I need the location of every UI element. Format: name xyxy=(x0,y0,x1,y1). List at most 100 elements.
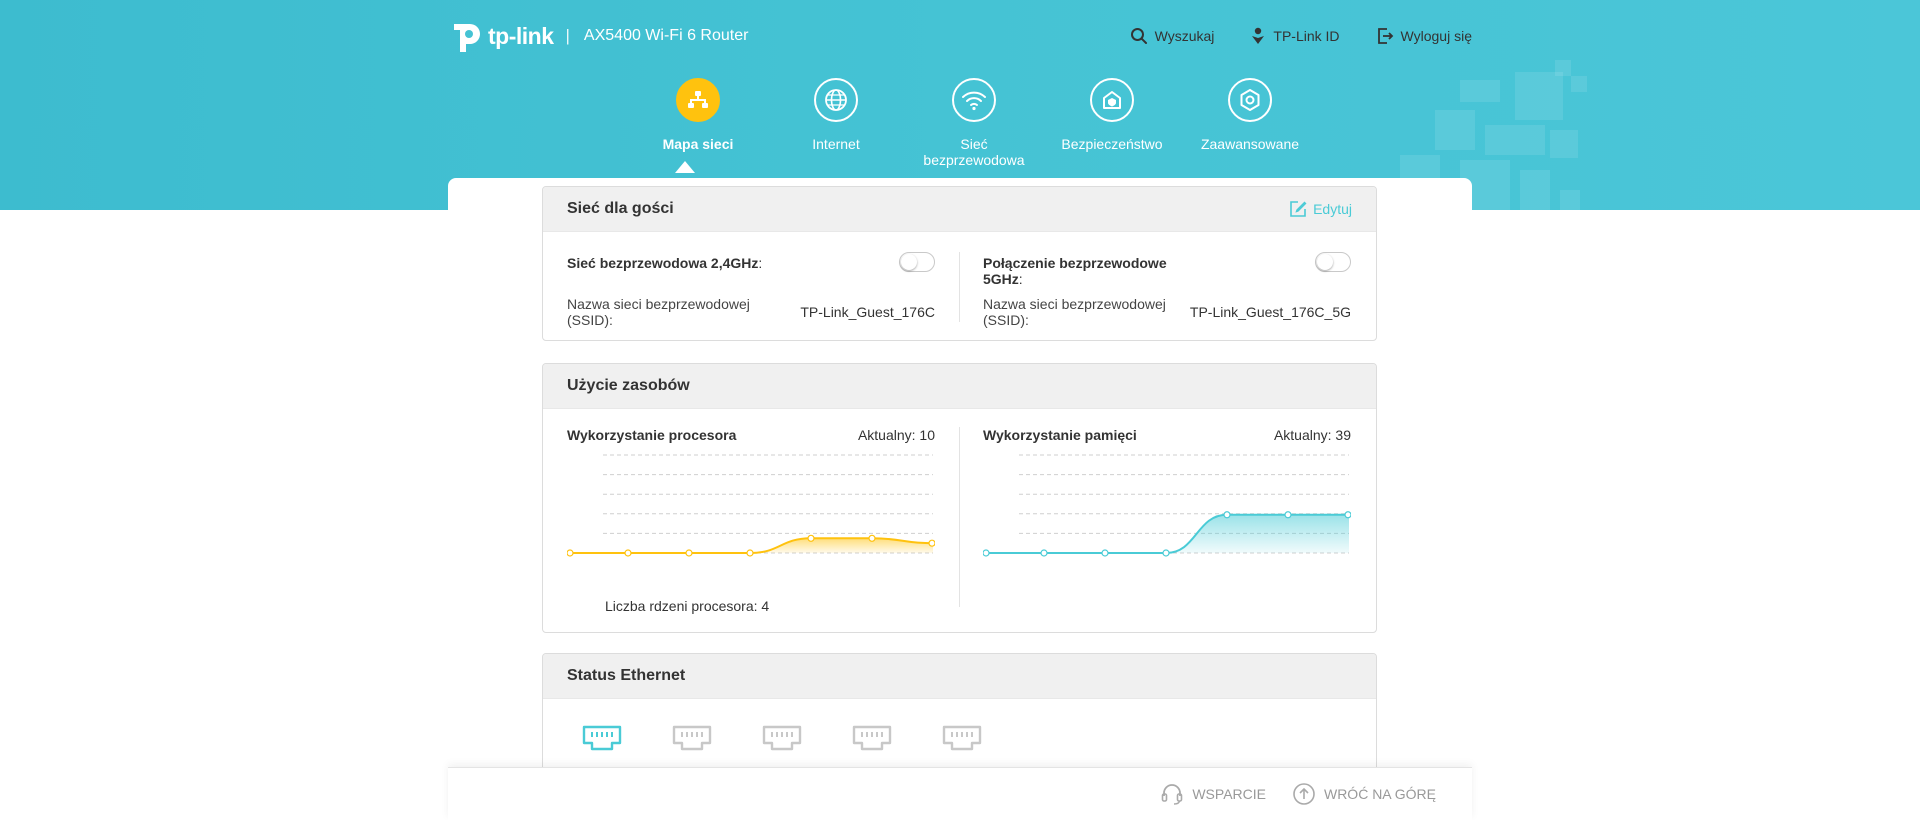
ethernet-port-3[interactable] xyxy=(759,719,805,759)
tplink-id-button[interactable]: TP-Link ID xyxy=(1250,27,1340,45)
logout-button[interactable]: Wyloguj się xyxy=(1376,27,1472,45)
cpu-usage-label: Wykorzystanie procesora xyxy=(567,427,737,443)
ethernet-status-title: Status Ethernet xyxy=(567,667,686,684)
chart-point xyxy=(1223,511,1231,519)
chart-point xyxy=(868,534,876,542)
guest-5ghz-column: Połączenie bezprzewodowe 5GHz: Nazwa sie… xyxy=(983,232,1351,340)
main-navigation: Mapa sieci Internet Sieć bezprzewodowa B… xyxy=(628,78,1328,178)
chart-point xyxy=(624,549,632,557)
guest-24ghz-ssid-label: Nazwa sieci bezprzewodowej (SSID): xyxy=(567,296,750,328)
network-map-icon xyxy=(676,78,720,122)
chart-point xyxy=(928,539,935,547)
logout-label: Wyloguj się xyxy=(1400,28,1472,44)
guest-network-panel: Sieć dla gości Edytuj Sieć bezprzewodowa… xyxy=(542,186,1377,341)
guest-network-body: Sieć bezprzewodowa 2,4GHz: Nazwa sieci b… xyxy=(543,232,1376,340)
guest-24ghz-label: Sieć bezprzewodowa 2,4GHz: xyxy=(567,255,763,271)
chart-point xyxy=(567,549,574,557)
cpu-cores-label: Liczba rdzeni procesora: 4 xyxy=(605,598,770,614)
resource-usage-panel: Użycie zasobów Wykorzystanie procesora A… xyxy=(542,363,1377,633)
resource-usage-body: Wykorzystanie procesora Aktualny: 10 Lic… xyxy=(543,409,1376,632)
guest-24ghz-column: Sieć bezprzewodowa 2,4GHz: Nazwa sieci b… xyxy=(567,232,935,340)
footer-bar: WSPARCIE WRÓĆ NA GÓRĘ xyxy=(448,767,1472,820)
footer-links: WSPARCIE WRÓĆ NA GÓRĘ xyxy=(1160,782,1436,806)
chart-point xyxy=(685,549,693,557)
globe-icon xyxy=(814,78,858,122)
cpu-usage-column: Wykorzystanie procesora Aktualny: 10 Lic… xyxy=(567,409,935,632)
nav-security[interactable]: Bezpieczeństwo xyxy=(1042,78,1182,152)
memory-usage-chart xyxy=(983,454,1351,557)
memory-usage-column: Wykorzystanie pamięci Aktualny: 39 xyxy=(983,409,1351,632)
tplink-id-label: TP-Link ID xyxy=(1273,28,1340,44)
active-nav-indicator xyxy=(675,161,695,173)
column-divider xyxy=(959,252,960,322)
edit-icon xyxy=(1290,201,1307,217)
edit-guest-button[interactable]: Edytuj xyxy=(1289,200,1352,218)
chart-point xyxy=(1101,549,1109,557)
search-button[interactable]: Wyszukaj xyxy=(1130,27,1215,45)
headset-icon xyxy=(1162,784,1183,805)
nav-label-internet: Internet xyxy=(812,136,860,152)
guest-24ghz-ssid: TP-Link_Guest_176C xyxy=(800,304,935,320)
ethernet-port-icon xyxy=(852,725,892,751)
search-icon xyxy=(1130,28,1147,44)
guest-24ghz-toggle[interactable] xyxy=(899,252,935,272)
chart-point xyxy=(1284,511,1292,519)
edit-label: Edytuj xyxy=(1313,201,1352,217)
memory-current-value: Aktualny: 39 xyxy=(1273,427,1351,443)
chart-point xyxy=(1040,549,1048,557)
ethernet-port-4[interactable] xyxy=(849,719,895,759)
logout-icon xyxy=(1377,28,1393,44)
gear-icon xyxy=(1228,78,1272,122)
chart-point xyxy=(983,549,990,557)
router-model: AX5400 Wi-Fi 6 Router xyxy=(583,27,749,44)
cpu-current-value: Aktualny: 10 xyxy=(857,427,935,443)
cpu-usage-chart xyxy=(567,454,935,557)
nav-label-network-map: Mapa sieci xyxy=(662,136,734,152)
nav-network-map[interactable]: Mapa sieci xyxy=(628,78,768,152)
back-to-top-link[interactable]: WRÓĆ NA GÓRĘ xyxy=(1292,782,1436,806)
guest-5ghz-ssid: TP-Link_Guest_176C_5G xyxy=(1189,304,1351,320)
logo-text: tp-link xyxy=(488,22,554,49)
nav-advanced[interactable]: Zaawansowane xyxy=(1180,78,1320,152)
nav-label-security: Bezpieczeństwo xyxy=(1061,136,1163,152)
ethernet-ports xyxy=(579,719,985,759)
back-to-top-label: WRÓĆ NA GÓRĘ xyxy=(1323,786,1436,802)
support-link[interactable]: WSPARCIE xyxy=(1160,782,1266,806)
logo-separator: | xyxy=(565,26,570,45)
guest-5ghz-label: Połączenie bezprzewodowe 5GHz: xyxy=(983,255,1167,287)
ethernet-port-2[interactable] xyxy=(669,719,715,759)
search-label: Wyszukaj xyxy=(1154,28,1215,44)
chart-point xyxy=(807,534,815,542)
brand-logo[interactable]: tp-link | AX5400 Wi-Fi 6 Router xyxy=(448,18,748,54)
nav-wireless[interactable]: Sieć bezprzewodowa xyxy=(904,78,1044,168)
arrow-up-circle-icon xyxy=(1293,783,1315,805)
resource-usage-header: Użycie zasobów xyxy=(543,364,1376,409)
top-actions: Wyszukaj TP-Link ID Wyloguj się xyxy=(1130,27,1472,45)
wifi-icon xyxy=(952,78,996,122)
user-id-icon xyxy=(1252,27,1265,44)
ethernet-port-1[interactable] xyxy=(579,719,625,759)
guest-5ghz-ssid-label: Nazwa sieci bezprzewodowej (SSID): xyxy=(983,296,1166,328)
ethernet-status-header: Status Ethernet xyxy=(543,654,1376,699)
ethernet-port-icon xyxy=(762,725,802,751)
content-card: Sieć dla gości Edytuj Sieć bezprzewodowa… xyxy=(448,178,1472,820)
support-label: WSPARCIE xyxy=(1192,786,1266,802)
guest-network-header: Sieć dla gości Edytuj xyxy=(543,187,1376,232)
tp-link-logo-icon xyxy=(454,24,480,52)
guest-5ghz-toggle[interactable] xyxy=(1315,252,1351,272)
ethernet-port-icon xyxy=(582,725,622,751)
chart-point xyxy=(746,549,754,557)
chart-point xyxy=(1344,511,1351,519)
nav-label-advanced: Zaawansowane xyxy=(1200,136,1300,152)
top-bar: tp-link | AX5400 Wi-Fi 6 Router Wyszukaj… xyxy=(448,18,1472,62)
ethernet-port-icon xyxy=(942,725,982,751)
chart-point xyxy=(1162,549,1170,557)
shield-home-icon xyxy=(1090,78,1134,122)
column-divider xyxy=(959,427,960,607)
guest-network-title: Sieć dla gości xyxy=(567,200,674,217)
nav-internet[interactable]: Internet xyxy=(766,78,906,152)
resource-usage-title: Użycie zasobów xyxy=(567,377,690,394)
nav-label-wireless: Sieć bezprzewodowa xyxy=(923,136,1025,168)
ethernet-port-5[interactable] xyxy=(939,719,985,759)
ethernet-port-icon xyxy=(672,725,712,751)
